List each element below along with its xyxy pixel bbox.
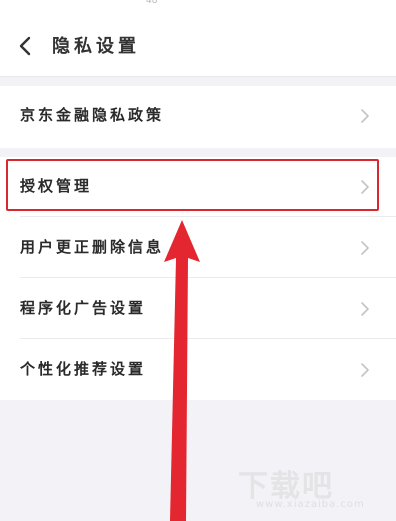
menu-item-personalized-recommendation[interactable]: 个性化推荐设置 [0,340,396,400]
menu-group-privacy-policy: 京东金融隐私政策 [0,86,396,148]
divider [20,277,396,278]
menu-item-programmatic-ads[interactable]: 程序化广告设置 [0,279,396,339]
divider [20,338,396,339]
header-bar: 隐私设置 [0,10,396,77]
page-title: 隐私设置 [52,36,140,57]
chevron-left-icon [10,30,42,62]
highlight-annotation-box [6,159,379,211]
menu-item-label: 个性化推荐设置 [20,360,147,378]
menu-item-correct-delete-info[interactable]: 用户更正删除信息 [0,218,396,278]
status-bar: 48 [0,0,396,10]
watermark-url: www.xiazaiba.com [256,499,365,510]
chevron-right-icon [360,362,370,378]
back-button[interactable] [10,30,42,62]
status-bar-text: 48 [146,0,158,6]
divider [20,216,396,217]
menu-item-privacy-policy[interactable]: 京东金融隐私政策 [0,86,396,146]
menu-item-label: 用户更正删除信息 [20,238,165,256]
chevron-right-icon [360,108,370,124]
screen: 48 隐私设置 京东金融隐私政策 授权管理 用户更正删除信息 程序化广告设置 个… [0,0,396,521]
menu-item-label: 京东金融隐私政策 [20,106,165,124]
chevron-right-icon [360,301,370,317]
watermark-logo: 下载吧 www.xiazaiba.com [238,461,378,513]
menu-item-label: 程序化广告设置 [20,299,147,317]
chevron-right-icon [360,240,370,256]
